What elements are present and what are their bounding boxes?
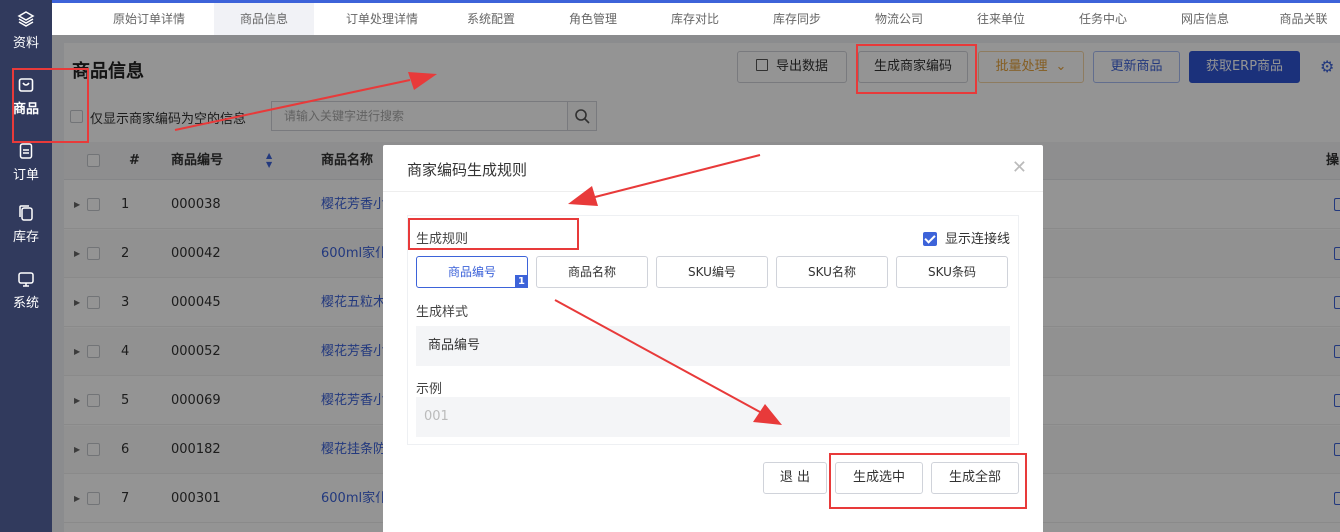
annotation-arrows xyxy=(174,72,782,425)
annotation-arrow xyxy=(568,154,761,206)
annotation-arrow xyxy=(554,299,782,425)
annotation-arrow xyxy=(174,72,437,131)
